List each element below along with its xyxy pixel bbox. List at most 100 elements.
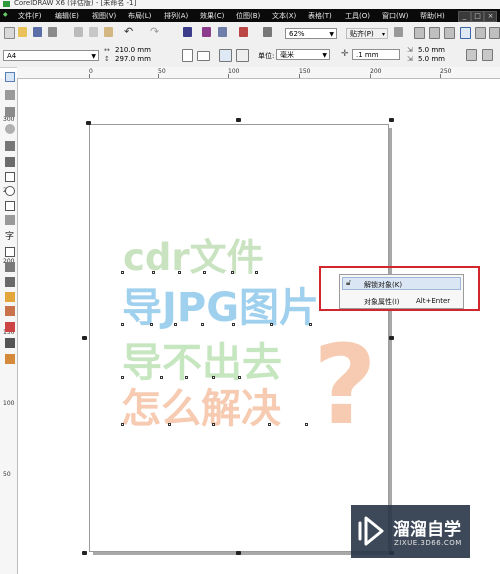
rectangle-tool-icon[interactable] [5,172,15,182]
text-node[interactable] [309,323,312,326]
options-icon[interactable] [394,27,403,37]
ellipse-tool-icon[interactable] [5,186,15,196]
cut-icon[interactable] [74,27,83,37]
text-tool-icon[interactable]: 字 [5,229,14,242]
text-node[interactable] [305,423,308,426]
new-document-icon[interactable] [4,27,15,39]
text-node[interactable] [203,271,206,274]
doc-options-icon[interactable] [466,49,477,61]
minimize-button[interactable]: _ [458,11,471,22]
copy-icon[interactable] [89,27,98,37]
menu-help[interactable]: 帮助(H) [420,11,445,21]
menu-view[interactable]: 视图(V) [92,11,116,21]
unit-select[interactable]: 毫米 ▼ [276,49,330,60]
outline-pen-icon[interactable] [5,322,15,332]
page-size-select[interactable]: A4 ▼ [3,50,99,61]
mesh-fill-icon[interactable] [5,354,15,364]
text-node[interactable] [152,271,155,274]
text-node[interactable] [270,323,273,326]
selection-handle[interactable] [82,336,87,340]
menu-bitmaps[interactable]: 位图(B) [236,11,260,21]
snap-to-dropdown[interactable]: 贴齐(P) ▾ [346,28,388,39]
text-node[interactable] [160,376,163,379]
menu-window[interactable]: 窗口(W) [382,11,408,21]
treat-as-filled-icon[interactable] [482,49,493,61]
text-node[interactable] [121,423,124,426]
text-node[interactable] [212,376,215,379]
text-node[interactable] [268,423,271,426]
menu-layout[interactable]: 布局(L) [128,11,151,21]
selection-handle[interactable] [389,118,394,122]
pick-tool-icon[interactable] [5,72,15,82]
fill-tool-icon[interactable] [5,338,15,348]
text-node[interactable] [178,271,181,274]
selection-handle[interactable] [82,551,87,555]
text-node[interactable] [255,271,258,274]
menu-text[interactable]: 文本(X) [272,11,296,21]
table-tool-icon[interactable] [5,247,15,257]
shape-tool-icon[interactable] [5,90,15,100]
text-node[interactable] [231,271,234,274]
zoom-level-select[interactable]: 62% ▼ [285,28,337,39]
text-node[interactable] [168,423,171,426]
dynamic-guides-icon[interactable] [460,27,471,39]
selection-handle[interactable] [389,336,394,340]
text-node[interactable] [174,323,177,326]
menu-arrange[interactable]: 排列(A) [164,11,188,21]
text-node[interactable] [238,376,241,379]
text-node[interactable] [232,323,235,326]
smart-fill-icon[interactable] [5,157,15,167]
landscape-icon[interactable] [197,51,210,61]
basic-shapes-icon[interactable] [5,215,15,225]
export-icon[interactable] [202,27,211,37]
crop-tool-icon[interactable] [5,107,15,117]
text-node[interactable] [185,376,188,379]
save-icon[interactable] [33,27,42,37]
page-height-input[interactable]: 297.0 mm [115,55,151,63]
duplicate-y-input[interactable]: 5.0 mm [418,55,445,63]
publish-pdf-icon[interactable] [218,27,227,37]
page-width-input[interactable]: 210.0 mm [115,46,151,54]
app-menu-icon[interactable]: ◆ [3,11,8,18]
print-icon[interactable] [48,27,57,37]
text-node[interactable] [212,423,215,426]
polygon-tool-icon[interactable] [5,201,15,211]
alignment-guides-icon[interactable] [475,27,486,39]
menu-tools[interactable]: 工具(O) [345,11,370,21]
paste-icon[interactable] [104,27,113,37]
menu-effects[interactable]: 效果(C) [200,11,224,21]
menu-edit[interactable]: 编辑(E) [55,11,79,21]
close-button[interactable]: × [484,11,497,22]
import-icon[interactable] [183,27,192,37]
show-grid-icon[interactable] [429,27,440,39]
all-pages-icon[interactable] [219,49,232,62]
menu-file[interactable]: 文件(F) [18,11,42,21]
duplicate-x-input[interactable]: 5.0 mm [418,46,445,54]
undo-icon[interactable]: ↶ [124,25,133,38]
text-node[interactable] [121,271,124,274]
menu-table[interactable]: 表格(T) [308,11,332,21]
freehand-tool-icon[interactable] [5,141,15,151]
open-icon[interactable] [18,27,27,37]
application-launcher-icon[interactable] [239,27,248,37]
text-node[interactable] [121,376,124,379]
horizontal-ruler[interactable]: 0 50 100 150 200 250 [17,67,500,79]
text-node[interactable] [121,323,124,326]
show-rulers-icon[interactable] [414,27,425,39]
snap-off-icon[interactable] [489,27,500,39]
selection-handle[interactable] [236,118,241,122]
dimension-tool-icon[interactable] [5,262,15,272]
text-node[interactable] [201,323,204,326]
current-page-icon[interactable] [236,49,249,62]
show-guidelines-icon[interactable] [444,27,455,39]
selection-handle[interactable] [236,551,241,555]
nudge-distance-input[interactable]: .1 mm [352,49,400,60]
eyedropper-icon[interactable] [5,306,15,316]
restore-button[interactable]: □ [471,11,484,22]
redo-icon[interactable]: ↷ [150,25,159,38]
welcome-screen-icon[interactable] [263,27,272,37]
selection-handle[interactable] [86,121,91,125]
zoom-tool-icon[interactable] [5,124,15,134]
connector-tool-icon[interactable] [5,277,15,287]
portrait-icon[interactable] [182,49,193,62]
